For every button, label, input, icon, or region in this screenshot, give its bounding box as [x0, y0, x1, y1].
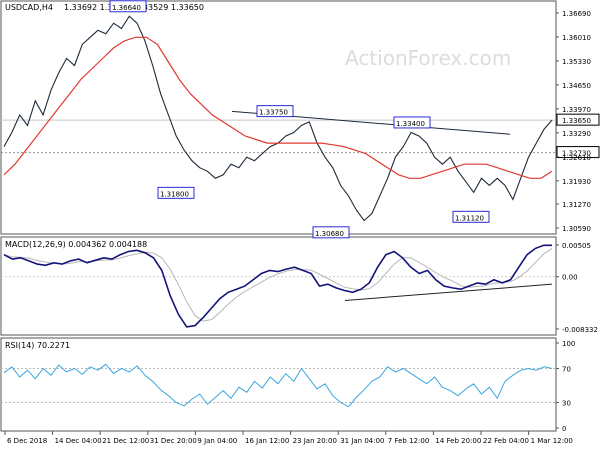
xtick-label: 14 Feb 20:00: [435, 437, 481, 445]
watermark: ActionForex.com: [345, 46, 511, 70]
price-ytick-label: 1.31930: [562, 178, 591, 186]
price-header: USDCAD,H4: [5, 3, 53, 12]
xtick-label: 31 Dec 20:00: [150, 437, 197, 445]
xtick-label: 23 Jan 20:00: [293, 437, 337, 445]
annotation-label: 1.33400: [396, 120, 425, 128]
rsi-ytick-label: 100: [562, 340, 575, 348]
price-ytick-label: 1.36010: [562, 34, 591, 42]
xtick-label: 1 Mar 12:00: [531, 437, 573, 445]
price-ytick-label: 1.30590: [562, 225, 591, 233]
xtick-label: 6 Dec 2018: [7, 437, 47, 445]
annotation-label: 1.30680: [315, 230, 344, 238]
rsi-ytick-label: 0: [562, 425, 566, 433]
price-ytick-label: 1.32610: [562, 154, 591, 162]
xtick-label: 21 Dec 12:00: [102, 437, 149, 445]
annotation-label: 1.31800: [160, 190, 189, 198]
price-ytick-label: 1.36690: [562, 10, 591, 18]
rsi-ytick-label: 30: [562, 400, 571, 408]
macd-panel-frame: [0, 236, 557, 336]
annotation-label: 1.36640: [112, 4, 141, 12]
price-ytick-label: 1.31270: [562, 201, 591, 209]
price-ytick-label: 1.34650: [562, 82, 591, 90]
macd-header: MACD(12,26,9) 0.004362 0.004188: [5, 240, 147, 249]
price-ytick-label: 1.35330: [562, 58, 591, 66]
price-panel-frame: [0, 0, 557, 235]
xtick-label: 22 Feb 04:00: [483, 437, 529, 445]
xtick-label: 14 Dec 04:00: [55, 437, 102, 445]
xtick-label: 9 Jan 04:00: [197, 437, 237, 445]
rsi-ytick-label: 70: [562, 366, 571, 374]
current-price-label: 1.33650: [562, 117, 591, 125]
chart-root: ActionForex.com USDCAD,H4 1.33692 1.3370…: [0, 0, 600, 450]
rsi-header: RSI(14) 70.2271: [5, 341, 70, 350]
macd-ytick-label: 0.00: [562, 274, 578, 282]
xtick-label: 16 Jan 12:00: [245, 437, 289, 445]
xtick-label: 7 Feb 12:00: [388, 437, 429, 445]
macd-ytick-label: -0.008332: [562, 326, 598, 334]
macd-ytick-label: 0.00505: [562, 242, 591, 250]
price-ytick-label: 1.33290: [562, 130, 591, 138]
price-ytick-label: 1.33970: [562, 106, 591, 114]
annotation-label: 1.31120: [455, 214, 484, 222]
annotation-label: 1.33750: [259, 109, 288, 117]
chart-svg: ActionForex.com USDCAD,H4 1.33692 1.3370…: [0, 0, 600, 445]
xtick-label: 31 Jan 04:00: [340, 437, 384, 445]
